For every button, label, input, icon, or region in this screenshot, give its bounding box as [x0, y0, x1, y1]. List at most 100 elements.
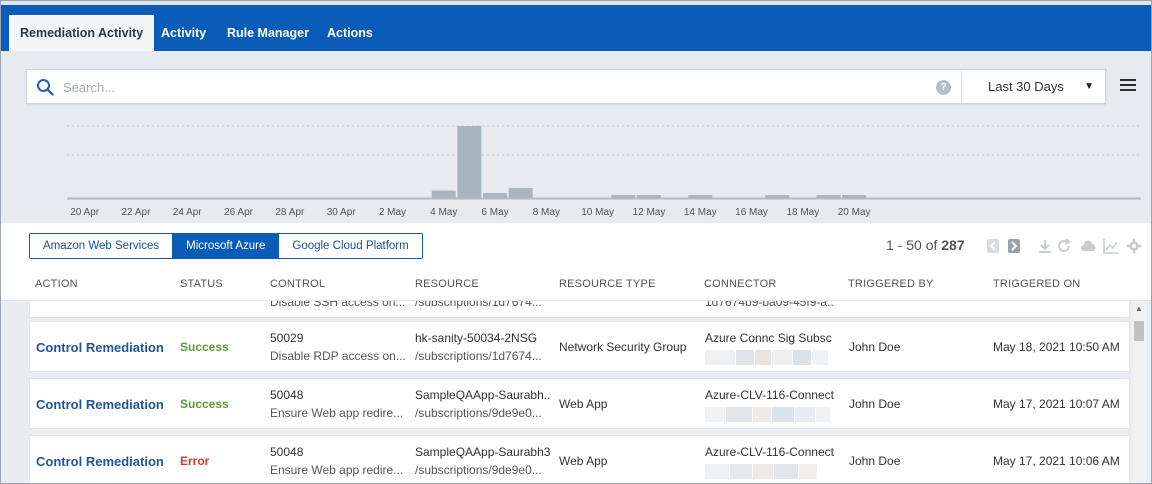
- row-connector: Azure-CLV-116-Connect...: [705, 445, 835, 459]
- activity-chart: 20 Apr 22 Apr 24 Apr 26 Apr 28 Apr 30 Apr 2 Ma…: [67, 125, 1141, 218]
- prev-page-icon[interactable]: [986, 238, 1002, 254]
- chart-bar: [816, 195, 841, 198]
- row-resource-path: /subscriptions/9de9e0...: [415, 463, 542, 477]
- scroll-up-arrow-icon[interactable]: ▲: [1132, 303, 1146, 315]
- table-row[interactable]: Disable SSH access on... /subscriptions/…: [29, 301, 1130, 318]
- chart-bar: [508, 188, 533, 198]
- row-triggered-by: John Doe: [849, 397, 901, 411]
- chart-tick-label: 22 Apr: [121, 207, 151, 218]
- row-resource-type: Web App: [559, 397, 608, 411]
- trend-chart-icon[interactable]: [1103, 238, 1119, 254]
- chart-tick-label: 30 Apr: [327, 207, 357, 218]
- provider-tab-azure[interactable]: Microsoft Azure: [173, 234, 280, 258]
- scrollbar-thumb[interactable]: [1134, 321, 1144, 341]
- pagination-total: 287: [941, 237, 965, 253]
- column-header-action[interactable]: ACTION: [35, 278, 78, 290]
- search-icon: [37, 79, 54, 96]
- row-triggered-by: John Doe: [849, 340, 901, 354]
- chart-tick-label: 6 May: [481, 207, 508, 218]
- tab-rule-manager[interactable]: Rule Manager: [216, 15, 320, 51]
- chart-tick-label: 16 May: [735, 207, 768, 218]
- row-control-name: Ensure Web app redire...: [270, 406, 404, 420]
- row-resource-name: SampleQAApp-Saurabh...: [415, 388, 550, 402]
- chart-tick-label: 20 May: [838, 207, 871, 218]
- column-header-resource-type[interactable]: RESOURCE TYPE: [559, 278, 656, 290]
- table-row[interactable]: Control Remediation Error 50048 Ensure W…: [29, 435, 1130, 483]
- search-input[interactable]: [63, 76, 923, 98]
- column-header-triggered-by[interactable]: TRIGGERED BY: [848, 278, 934, 290]
- chart-bar: [636, 195, 661, 198]
- column-header-status[interactable]: STATUS: [180, 278, 223, 290]
- chart-bar: [688, 195, 713, 198]
- cloud-icon[interactable]: [1080, 238, 1096, 254]
- settings-icon[interactable]: [1126, 238, 1142, 254]
- chart-bar: [483, 193, 508, 198]
- chart-tick-label: 4 May: [430, 207, 457, 218]
- tab-remediation-activity[interactable]: Remediation Activity: [9, 15, 155, 51]
- download-icon[interactable]: [1037, 238, 1053, 254]
- row-control-name: Ensure Web app redire...: [270, 463, 404, 477]
- status-badge: Success: [180, 397, 229, 411]
- row-triggered-on: May 18, 2021 10:50 AM: [993, 340, 1120, 354]
- chart-tick-label: 8 May: [533, 207, 560, 218]
- redacted-connector-id: [705, 407, 831, 422]
- row-resource-path: /subscriptions/1d7674...: [415, 301, 542, 309]
- provider-tab-gcp[interactable]: Google Cloud Platform: [279, 234, 422, 258]
- chart-bar: [765, 195, 790, 198]
- chart-bar: [611, 195, 636, 198]
- chart-bar: [431, 190, 456, 198]
- chart-tick-label: 18 May: [786, 207, 819, 218]
- row-resource-type: Network Security Group: [559, 340, 687, 354]
- date-range-select[interactable]: Last 30 Days ▼: [961, 70, 1106, 103]
- row-triggered-by: John Doe: [849, 454, 901, 468]
- row-action-link[interactable]: Control Remediation: [36, 340, 164, 355]
- chart-bar: [457, 126, 482, 198]
- next-page-icon[interactable]: [1007, 238, 1023, 254]
- redacted-connector-id: [705, 350, 831, 365]
- status-badge: Success: [180, 340, 229, 354]
- chart-tick-label: 2 May: [379, 207, 406, 218]
- row-connector: 1d7674b9-ba09-45f9-a...: [705, 301, 835, 309]
- chevron-down-icon: ▼: [1084, 81, 1094, 92]
- row-resource-name: hk-sanity-50034-2NSG: [415, 331, 538, 345]
- redacted-connector-id: [705, 464, 831, 479]
- tab-actions[interactable]: Actions: [316, 15, 384, 51]
- table-row[interactable]: Control Remediation Success 50048 Ensure…: [29, 378, 1130, 429]
- row-connector: Azure-CLV-116-Connect...: [705, 388, 835, 402]
- chart-tick-label: 14 May: [684, 207, 717, 218]
- row-resource-type: Web App: [559, 454, 608, 468]
- row-resource-path: /subscriptions/1d7674...: [415, 349, 542, 363]
- search-bar: ? Last 30 Days ▼: [26, 69, 1106, 104]
- row-control-id: 50029: [270, 331, 304, 345]
- tab-activity[interactable]: Activity: [150, 15, 217, 51]
- row-control-name: Disable RDP access on...: [270, 349, 405, 363]
- table-header: ACTION STATUS CONTROL RESOURCE RESOURCE …: [1, 269, 1151, 301]
- help-icon[interactable]: ?: [936, 80, 951, 95]
- remediation-list: Disable SSH access on... /subscriptions/…: [1, 301, 1151, 483]
- provider-tab-aws[interactable]: Amazon Web Services: [30, 234, 174, 258]
- column-header-connector[interactable]: CONNECTOR: [704, 278, 777, 290]
- table-row[interactable]: Control Remediation Success 50029 Disabl…: [29, 321, 1130, 372]
- row-triggered-on: May 17, 2021 10:07 AM: [993, 397, 1120, 411]
- column-header-triggered-on[interactable]: TRIGGERED ON: [993, 278, 1080, 290]
- row-action-link[interactable]: Control Remediation: [36, 397, 164, 412]
- hamburger-menu-icon[interactable]: [1120, 79, 1136, 93]
- chart-tick-label: 26 Apr: [224, 207, 254, 218]
- row-action-link[interactable]: Control Remediation: [36, 454, 164, 469]
- chart-tick-label: 24 Apr: [173, 207, 203, 218]
- chart-tick-label: 28 Apr: [275, 207, 305, 218]
- row-triggered-on: May 17, 2021 10:06 AM: [993, 454, 1120, 468]
- column-header-resource[interactable]: RESOURCE: [415, 278, 479, 290]
- vertical-scrollbar[interactable]: ▲: [1132, 301, 1146, 483]
- top-navigation: Remediation Activity Activity Rule Manag…: [1, 1, 1151, 51]
- status-badge: Error: [180, 454, 210, 468]
- refresh-icon[interactable]: [1056, 238, 1072, 254]
- row-resource-name: SampleQAApp-Saurabh3: [415, 445, 550, 459]
- row-control-id: 50048: [270, 388, 304, 402]
- row-control-name: Disable SSH access on...: [270, 301, 405, 309]
- column-header-control[interactable]: CONTROL: [270, 278, 325, 290]
- row-connector: Azure Connc Sig Subsc: [705, 331, 832, 345]
- chart-tick-label: 12 May: [633, 207, 666, 218]
- pagination-range: 1 - 50 of: [886, 237, 938, 253]
- chart-tick-label: 10 May: [581, 207, 614, 218]
